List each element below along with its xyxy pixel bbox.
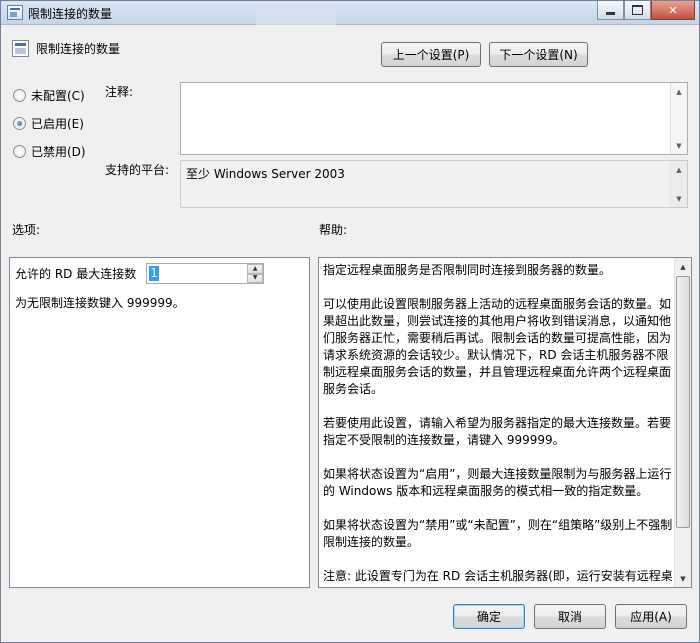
help-paragraph: 如果将状态设置为“禁用”或“未配置”，则在“组策略”级别上不强制限制连接的数量。 (323, 518, 673, 549)
help-paragraph: 注意: 此设置专门为在 RD 会话主机服务器(即，运行安装有远程桌 (323, 569, 673, 583)
spin-buttons: ▲ ▼ (247, 264, 264, 283)
radio-disabled[interactable]: 已禁用(D) (13, 143, 86, 160)
radio-not-configured[interactable]: 未配置(C) (13, 87, 85, 104)
help-paragraph: 如果将状态设置为“启用”，则最大连接数量限制为与服务器上运行的 Windows … (323, 467, 672, 498)
radio-not-configured-circle[interactable] (13, 89, 26, 102)
platform-box: 至少 Windows Server 2003 ▲ ▼ (180, 160, 688, 208)
title-bar[interactable]: 限制连接的数量 ✕ (1, 1, 699, 25)
options-panel: 允许的 RD 最大连接数 1 ▲ ▼ 为无限制连接数键入 999999。 (9, 257, 310, 588)
window-title: 限制连接的数量 (28, 7, 113, 21)
spin-up-icon[interactable]: ▲ (247, 264, 264, 274)
platform-scroll-down-icon[interactable]: ▼ (671, 190, 687, 207)
caption-buttons: ✕ (597, 1, 695, 20)
policy-app-icon (7, 5, 23, 20)
platform-value: 至少 Windows Server 2003 (186, 167, 345, 181)
help-scrollbar[interactable]: ▲ ▼ (674, 258, 691, 587)
help-panel: 指定远程桌面服务是否限制同时连接到服务器的数量。 可以使用此设置限制服务器上活动… (318, 257, 692, 588)
help-scroll-up-icon[interactable]: ▲ (675, 258, 691, 275)
help-paragraph: 若要使用此设置，请输入希望为服务器指定的最大连接数量。若要指定不受限制的连接数量… (323, 416, 672, 447)
comment-scroll-up-icon[interactable]: ▲ (671, 83, 687, 100)
apply-button[interactable]: 应用(A) (615, 604, 687, 629)
setting-title: 限制连接的数量 (36, 42, 121, 56)
radio-disabled-label: 已禁用(D) (31, 145, 86, 159)
options-heading: 选项: (12, 223, 41, 237)
previous-setting-button[interactable]: 上一个设置(P) (381, 42, 481, 67)
help-paragraph: 指定远程桌面服务是否限制同时连接到服务器的数量。 (323, 263, 612, 277)
max-connections-hint: 为无限制连接数键入 999999。 (15, 296, 185, 310)
radio-disabled-circle[interactable] (13, 145, 26, 158)
comment-scrollbar[interactable]: ▲ ▼ (670, 83, 687, 154)
policy-dialog-window: 限制连接的数量 ✕ 限制连接的数量 上一个设置(P) 下一个设置(N) 未配置(… (0, 0, 700, 643)
ok-button[interactable]: 确定 (453, 604, 525, 629)
radio-enabled[interactable]: 已启用(E) (13, 115, 84, 132)
cancel-button[interactable]: 取消 (534, 604, 606, 629)
max-connections-row: 允许的 RD 最大连接数 1 ▲ ▼ (15, 263, 265, 284)
background-window-ghost (256, 8, 336, 25)
comment-textarea[interactable]: ▲ ▼ (180, 82, 688, 155)
platform-scrollbar[interactable]: ▲ ▼ (670, 161, 687, 207)
next-setting-button[interactable]: 下一个设置(N) (489, 42, 588, 67)
max-connections-label: 允许的 RD 最大连接数 (15, 267, 137, 281)
comment-scroll-down-icon[interactable]: ▼ (671, 137, 687, 154)
max-connections-value[interactable]: 1 (149, 266, 159, 281)
maximize-button[interactable] (624, 1, 651, 20)
max-connections-spinbox[interactable]: 1 ▲ ▼ (146, 263, 265, 284)
minimize-button[interactable] (597, 1, 624, 20)
close-icon: ✕ (668, 3, 678, 17)
comment-label: 注释: (105, 85, 134, 99)
radio-not-configured-label: 未配置(C) (31, 89, 85, 103)
help-heading: 帮助: (319, 223, 348, 237)
close-button[interactable]: ✕ (651, 1, 695, 20)
setting-icon (12, 40, 29, 57)
platform-scroll-up-icon[interactable]: ▲ (671, 161, 687, 178)
radio-enabled-circle[interactable] (13, 117, 26, 130)
platform-label: 支持的平台: (105, 163, 170, 177)
spin-down-icon[interactable]: ▼ (247, 273, 264, 283)
help-paragraph: 可以使用此设置限制服务器上活动的远程桌面服务会话的数量。如果超出此数量，则尝试连… (323, 297, 672, 396)
radio-enabled-label: 已启用(E) (31, 117, 84, 131)
help-scroll-thumb[interactable] (676, 276, 690, 528)
help-scroll-down-icon[interactable]: ▼ (675, 570, 691, 587)
help-text: 指定远程桌面服务是否限制同时连接到服务器的数量。 可以使用此设置限制服务器上活动… (323, 262, 675, 587)
